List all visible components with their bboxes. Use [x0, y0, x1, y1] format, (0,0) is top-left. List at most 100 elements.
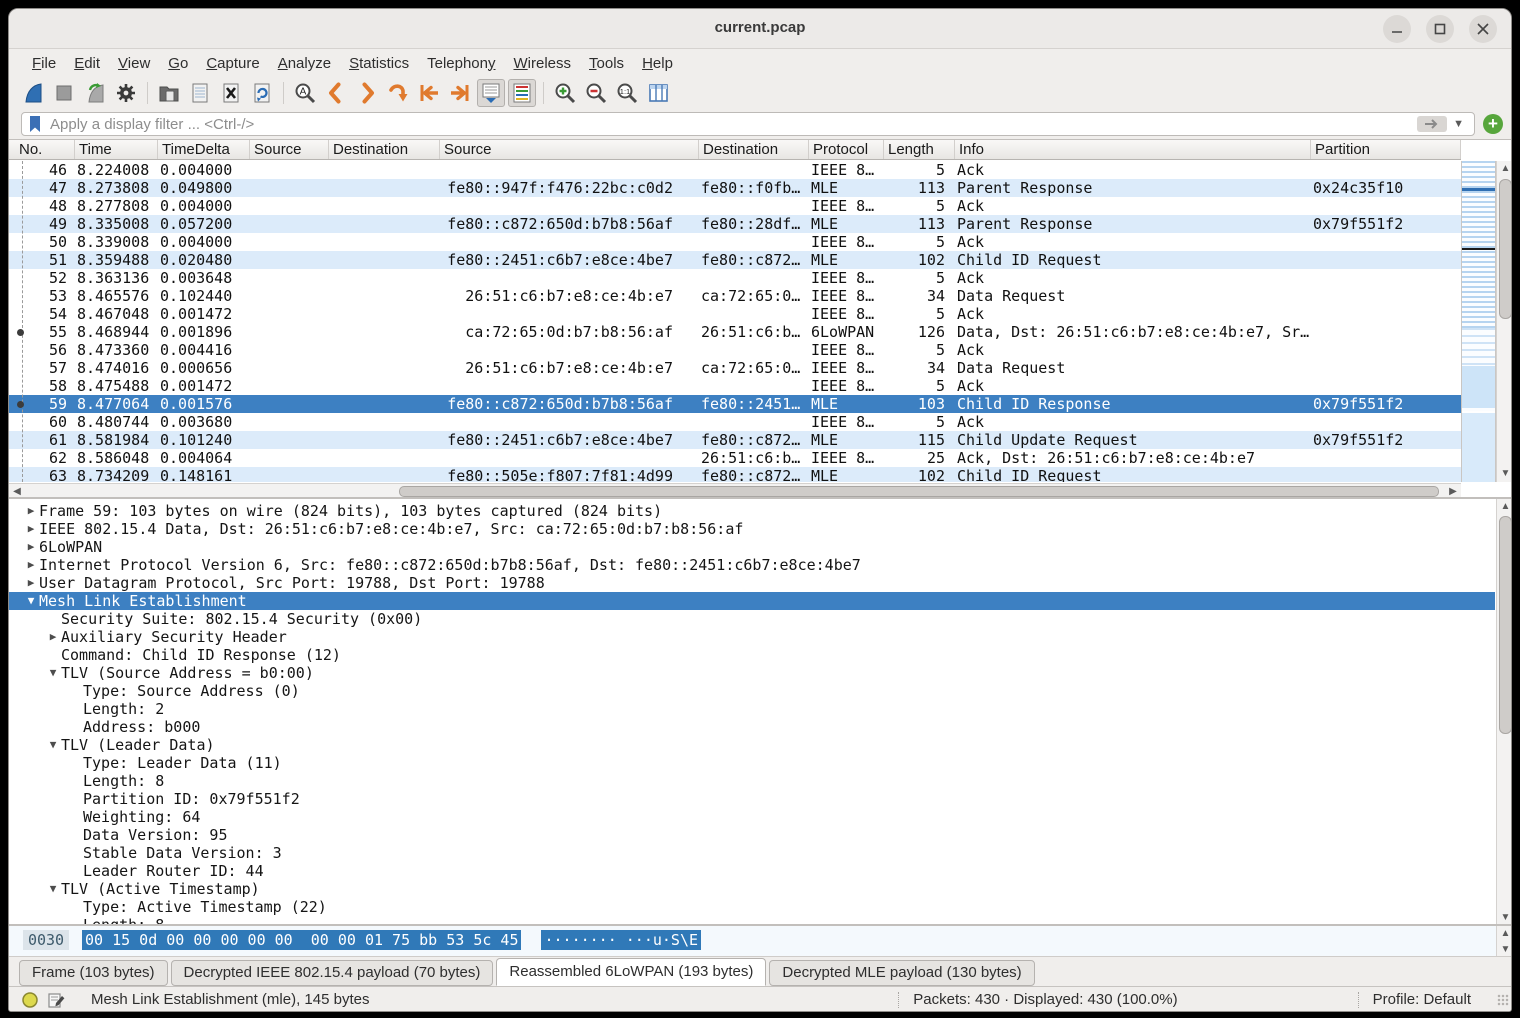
detail-row-8[interactable]: Command: Child ID Response (12) — [9, 646, 1495, 664]
apply-filter-button[interactable] — [1417, 116, 1447, 132]
column-header-part[interactable]: Partition — [1311, 140, 1461, 159]
minimize-button[interactable] — [1383, 15, 1411, 43]
detail-row-11[interactable]: Length: 2 — [9, 700, 1495, 718]
stop-capture-button[interactable] — [50, 79, 78, 107]
detail-row-23[interactable]: Length: 8 — [9, 916, 1495, 924]
menu-wireless[interactable]: Wireless — [505, 53, 581, 74]
menu-view[interactable]: View — [109, 53, 159, 74]
go-forward-button[interactable] — [353, 79, 381, 107]
expand-arrow-icon[interactable]: ▶ — [45, 628, 61, 646]
detail-row-14[interactable]: Type: Leader Data (11) — [9, 754, 1495, 772]
column-header-dst2[interactable]: Destination — [699, 140, 809, 159]
expand-arrow-icon[interactable]: ▶ — [23, 502, 39, 520]
find-packet-button[interactable]: A — [291, 79, 319, 107]
scroll-up-arrow[interactable]: ▲ — [1497, 926, 1512, 942]
packet-row-50[interactable]: 508.3390080.004000IEEE 8…5Ack — [9, 233, 1461, 251]
detail-row-10[interactable]: Type: Source Address (0) — [9, 682, 1495, 700]
detail-row-2[interactable]: ▶6LoWPAN — [9, 538, 1495, 556]
scroll-down-arrow[interactable]: ▼ — [1497, 466, 1512, 482]
packet-row-48[interactable]: 488.2778080.004000IEEE 8…5Ack — [9, 197, 1461, 215]
go-back-button[interactable] — [322, 79, 350, 107]
detail-row-13[interactable]: ▼TLV (Leader Data) — [9, 736, 1495, 754]
statusbar-profile[interactable]: Profile: Default — [1373, 991, 1471, 1008]
capture-options-button[interactable] — [112, 79, 140, 107]
zoom-out-button[interactable] — [582, 79, 610, 107]
scroll-thumb[interactable] — [399, 486, 1439, 497]
maximize-button[interactable] — [1426, 15, 1454, 43]
detail-row-7[interactable]: ▶Auxiliary Security Header — [9, 628, 1495, 646]
detail-row-0[interactable]: ▶Frame 59: 103 bytes on wire (824 bits),… — [9, 502, 1495, 520]
column-header-info[interactable]: Info — [955, 140, 1311, 159]
hex-row[interactable]: 0030 00 15 0d 00 00 00 00 00 00 00 01 75… — [23, 930, 701, 950]
start-capture-button[interactable] — [19, 79, 47, 107]
hex-bytes[interactable]: 00 15 0d 00 00 00 00 00 00 00 01 75 bb 5… — [82, 930, 521, 950]
column-header-src2[interactable]: Source — [440, 140, 699, 159]
menu-tools[interactable]: Tools — [580, 53, 633, 74]
byte-view-tab-1[interactable]: Decrypted IEEE 802.15.4 payload (70 byte… — [171, 960, 494, 986]
zoom-in-button[interactable] — [551, 79, 579, 107]
detail-row-6[interactable]: Security Suite: 802.15.4 Security (0x00) — [9, 610, 1495, 628]
menu-help[interactable]: Help — [633, 53, 682, 74]
collapse-arrow-icon[interactable]: ▼ — [45, 880, 61, 898]
display-filter-input[interactable]: Apply a display filter ... <Ctrl-/> ▼ — [21, 112, 1475, 136]
packet-row-56[interactable]: 568.4733600.004416IEEE 8…5Ack — [9, 341, 1461, 359]
resize-columns-button[interactable] — [644, 79, 672, 107]
packet-row-49[interactable]: 498.3350080.057200fe80::c872:650d:b7b8:5… — [9, 215, 1461, 233]
packet-row-55[interactable]: 558.4689440.001896ca:72:65:0d:b7:b8:56:a… — [9, 323, 1461, 341]
intelligent-scrollbar-minimap[interactable] — [1461, 161, 1496, 482]
column-header-proto[interactable]: Protocol — [809, 140, 884, 159]
open-file-button[interactable] — [155, 79, 183, 107]
packet-row-54[interactable]: 548.4670480.001472IEEE 8…5Ack — [9, 305, 1461, 323]
menu-edit[interactable]: Edit — [65, 53, 109, 74]
hex-ascii[interactable]: ········ ···u·S\E — [541, 930, 701, 950]
byte-view-tab-3[interactable]: Decrypted MLE payload (130 bytes) — [769, 960, 1034, 986]
filter-dropdown-caret[interactable]: ▼ — [1453, 118, 1464, 130]
packet-row-51[interactable]: 518.3594880.020480fe80::2451:c6b7:e8ce:4… — [9, 251, 1461, 269]
bytes-vscrollbar[interactable]: ▲ ▼ — [1496, 926, 1512, 956]
scroll-thumb[interactable] — [1499, 179, 1512, 319]
expert-info-icon[interactable] — [21, 991, 39, 1009]
packet-row-53[interactable]: 538.4655760.10244026:51:c6:b7:e8:ce:4b:e… — [9, 287, 1461, 305]
detail-row-21[interactable]: ▼TLV (Active Timestamp) — [9, 880, 1495, 898]
byte-view-tab-2[interactable]: Reassembled 6LoWPAN (193 bytes) — [496, 958, 766, 986]
colorize-button[interactable] — [508, 79, 536, 107]
collapse-arrow-icon[interactable]: ▼ — [45, 736, 61, 754]
go-to-packet-button[interactable] — [384, 79, 412, 107]
packet-row-46[interactable]: 468.2240080.004000IEEE 8…5Ack — [9, 161, 1461, 179]
detail-row-15[interactable]: Length: 8 — [9, 772, 1495, 790]
auto-scroll-button[interactable] — [477, 79, 505, 107]
save-file-button[interactable] — [186, 79, 214, 107]
detail-row-3[interactable]: ▶Internet Protocol Version 6, Src: fe80:… — [9, 556, 1495, 574]
packet-row-59[interactable]: 598.4770640.001576fe80::c872:650d:b7b8:5… — [9, 395, 1461, 413]
column-header-dst1[interactable]: Destination — [329, 140, 440, 159]
expand-arrow-icon[interactable]: ▶ — [23, 574, 39, 592]
packet-row-57[interactable]: 578.4740160.00065626:51:c6:b7:e8:ce:4b:e… — [9, 359, 1461, 377]
reload-file-button[interactable] — [248, 79, 276, 107]
menu-telephony[interactable]: Telephony — [418, 53, 504, 74]
packet-row-61[interactable]: 618.5819840.101240fe80::2451:c6b7:e8ce:4… — [9, 431, 1461, 449]
last-packet-button[interactable] — [446, 79, 474, 107]
packet-row-58[interactable]: 588.4754880.001472IEEE 8…5Ack — [9, 377, 1461, 395]
menu-file[interactable]: File — [23, 53, 65, 74]
zoom-original-button[interactable]: 1:1 — [613, 79, 641, 107]
expand-arrow-icon[interactable]: ▶ — [23, 520, 39, 538]
column-header-src1[interactable]: Source — [250, 140, 329, 159]
add-filter-button[interactable]: + — [1483, 114, 1503, 134]
scroll-up-arrow[interactable]: ▲ — [1497, 161, 1512, 177]
menu-analyze[interactable]: Analyze — [269, 53, 340, 74]
detail-row-17[interactable]: Weighting: 64 — [9, 808, 1495, 826]
details-vscrollbar[interactable]: ▲ ▼ — [1496, 499, 1512, 924]
close-file-button[interactable] — [217, 79, 245, 107]
scroll-down-arrow[interactable]: ▼ — [1497, 910, 1512, 924]
packet-row-60[interactable]: 608.4807440.003680IEEE 8…5Ack — [9, 413, 1461, 431]
detail-row-19[interactable]: Stable Data Version: 3 — [9, 844, 1495, 862]
detail-row-4[interactable]: ▶User Datagram Protocol, Src Port: 19788… — [9, 574, 1495, 592]
packet-row-52[interactable]: 528.3631360.003648IEEE 8…5Ack — [9, 269, 1461, 287]
packet-row-63[interactable]: 638.7342090.148161fe80::505e:f807:7f81:4… — [9, 467, 1461, 482]
scroll-down-arrow[interactable]: ▼ — [1497, 942, 1512, 956]
detail-row-9[interactable]: ▼TLV (Source Address = b0:00) — [9, 664, 1495, 682]
restart-capture-button[interactable] — [81, 79, 109, 107]
packet-row-62[interactable]: 628.5860480.00406426:51:c6:b…IEEE 8…25Ac… — [9, 449, 1461, 467]
resize-grip[interactable] — [1497, 994, 1509, 1006]
column-header-delta[interactable]: TimeDelta — [158, 140, 250, 159]
